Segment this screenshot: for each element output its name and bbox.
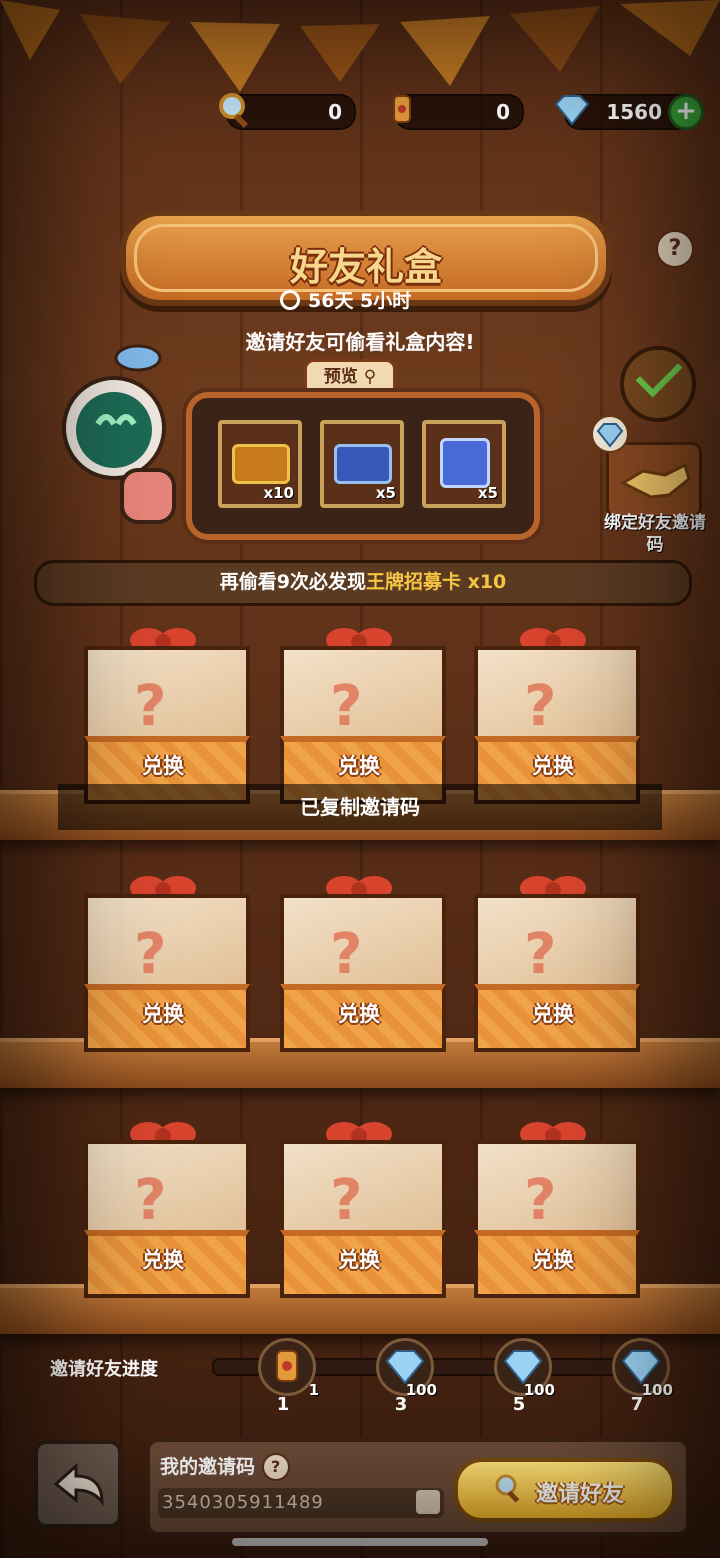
progress-step: 3 <box>394 1394 408 1415</box>
banner-suffix: x10 <box>460 571 507 593</box>
question-mark-icon: ? <box>330 674 363 739</box>
question-mark-icon: ? <box>524 1168 557 1233</box>
progress-reward-diamond[interactable]: 100 <box>612 1338 673 1399</box>
progress-step: 5 <box>512 1394 526 1415</box>
invite-friend-button[interactable]: 邀请好友 <box>454 1458 676 1522</box>
redeem-label: 兑换 <box>532 754 574 778</box>
page-title: 好友礼盒 <box>289 245 442 289</box>
handshake-icon <box>619 462 691 499</box>
gift-box[interactable]: ? 兑换 <box>80 870 250 1052</box>
scroll-icon <box>276 1350 298 1382</box>
preview-panel: x10 x5 x5 <box>186 392 540 540</box>
invite-code-value: 3540305911489 <box>162 1492 324 1513</box>
question-mark-icon: ? <box>134 674 167 739</box>
question-mark-icon: ? <box>524 674 557 739</box>
scroll-count: 0 <box>496 100 510 124</box>
redeem-label: 兑换 <box>338 1002 380 1026</box>
question-mark-icon: ? <box>330 922 363 987</box>
preview-item-count: x10 <box>263 484 294 502</box>
preview-item-crystal-cube[interactable]: x5 <box>422 420 506 508</box>
invite-friend-label: 邀请好友 <box>535 1482 624 1507</box>
diamond-counter: 1560 + <box>554 94 704 130</box>
clock-icon <box>280 290 300 310</box>
diamond-icon <box>554 95 590 126</box>
gift-box[interactable]: ? 兑换 <box>470 870 640 1052</box>
gift-box[interactable]: ? 兑换 <box>470 1116 640 1298</box>
question-mark-icon: ? <box>134 1168 167 1233</box>
astronaut-character <box>62 344 176 524</box>
invite-code-help-icon[interactable]: ? <box>261 1453 290 1481</box>
copy-icon[interactable] <box>416 1490 440 1514</box>
back-arrow-icon <box>53 1462 104 1507</box>
invite-progress-label: 邀请好友进度 <box>50 1359 158 1380</box>
progress-reward-scroll[interactable]: 1 <box>258 1338 319 1399</box>
preview-item-count: x5 <box>477 484 498 502</box>
scroll-counter: 0 <box>393 94 524 130</box>
reward-amount: 1 <box>308 1381 319 1399</box>
checkmark-seal-icon[interactable] <box>620 346 696 422</box>
magnifier-icon <box>219 93 249 129</box>
progress-step: 1 <box>276 1394 290 1415</box>
friend-gift-box-screen: 0 0 1560 + 好友礼盒 ? 56天 5小时 邀请好友可偷看礼盒内容! 预… <box>0 0 720 1558</box>
gift-box[interactable]: ? 兑换 <box>276 622 446 804</box>
bunting-decoration <box>0 0 720 92</box>
banner-prefix: 再偷看9次必发现 <box>219 571 366 593</box>
help-button[interactable]: ? <box>656 230 694 268</box>
redeem-label: 兑换 <box>338 754 380 778</box>
home-indicator[interactable] <box>232 1538 488 1546</box>
progress-reward-diamond[interactable]: 100 <box>494 1338 555 1399</box>
redeem-label: 兑换 <box>532 1002 574 1026</box>
diamond-bubble-icon <box>591 415 629 453</box>
ticket-blue-icon <box>334 444 392 484</box>
question-mark-icon: ? <box>134 922 167 987</box>
invite-code-title-text: 我的邀请码 <box>160 1456 256 1478</box>
diamond-count: 1560 <box>606 100 662 124</box>
gift-box[interactable]: ? 兑换 <box>276 870 446 1052</box>
preview-item-blue-ticket[interactable]: x5 <box>320 420 404 508</box>
bind-invite-code-label: 绑定好友邀请码 <box>604 513 706 555</box>
guarantee-banner: 再偷看9次必发现王牌招募卡 x10 <box>34 560 692 606</box>
preview-item-count: x5 <box>375 484 396 502</box>
redeem-label: 兑换 <box>142 1002 184 1026</box>
magnifier-counter: 0 <box>219 93 356 130</box>
magnifier-count: 0 <box>328 100 342 124</box>
progress-step: 7 <box>630 1394 644 1415</box>
countdown-timer: 56天 5小时 <box>280 286 411 313</box>
question-mark-icon: ? <box>524 922 557 987</box>
ticket-gold-icon <box>232 444 290 484</box>
gift-box[interactable]: ? 兑换 <box>80 622 250 804</box>
gift-box[interactable]: ? 兑换 <box>276 1116 446 1298</box>
gift-box[interactable]: ? 兑换 <box>80 1116 250 1298</box>
search-icon: ⚲ <box>363 367 377 387</box>
progress-reward-diamond[interactable]: 100 <box>376 1338 437 1399</box>
redeem-label: 兑换 <box>338 1248 380 1272</box>
copied-toast: 已复制邀请码 <box>58 784 662 830</box>
gift-box[interactable]: ? 兑换 <box>470 622 640 804</box>
add-diamond-button[interactable]: + <box>668 94 704 130</box>
banner-highlight: 王牌招募卡 <box>365 571 461 593</box>
preview-item-gold-ticket[interactable]: x10 <box>218 420 302 508</box>
timer-text: 56天 5小时 <box>308 290 412 312</box>
scroll-icon <box>393 95 411 123</box>
preview-tab-label: 预览 <box>323 367 358 387</box>
redeem-label: 兑换 <box>142 1248 184 1272</box>
crystal-cube-icon <box>440 438 490 488</box>
invite-code-title: 我的邀请码 ? <box>160 1452 290 1481</box>
redeem-label: 兑换 <box>142 754 184 778</box>
back-button[interactable] <box>34 1440 122 1528</box>
question-mark-icon: ? <box>330 1168 363 1233</box>
redeem-label: 兑换 <box>532 1248 574 1272</box>
